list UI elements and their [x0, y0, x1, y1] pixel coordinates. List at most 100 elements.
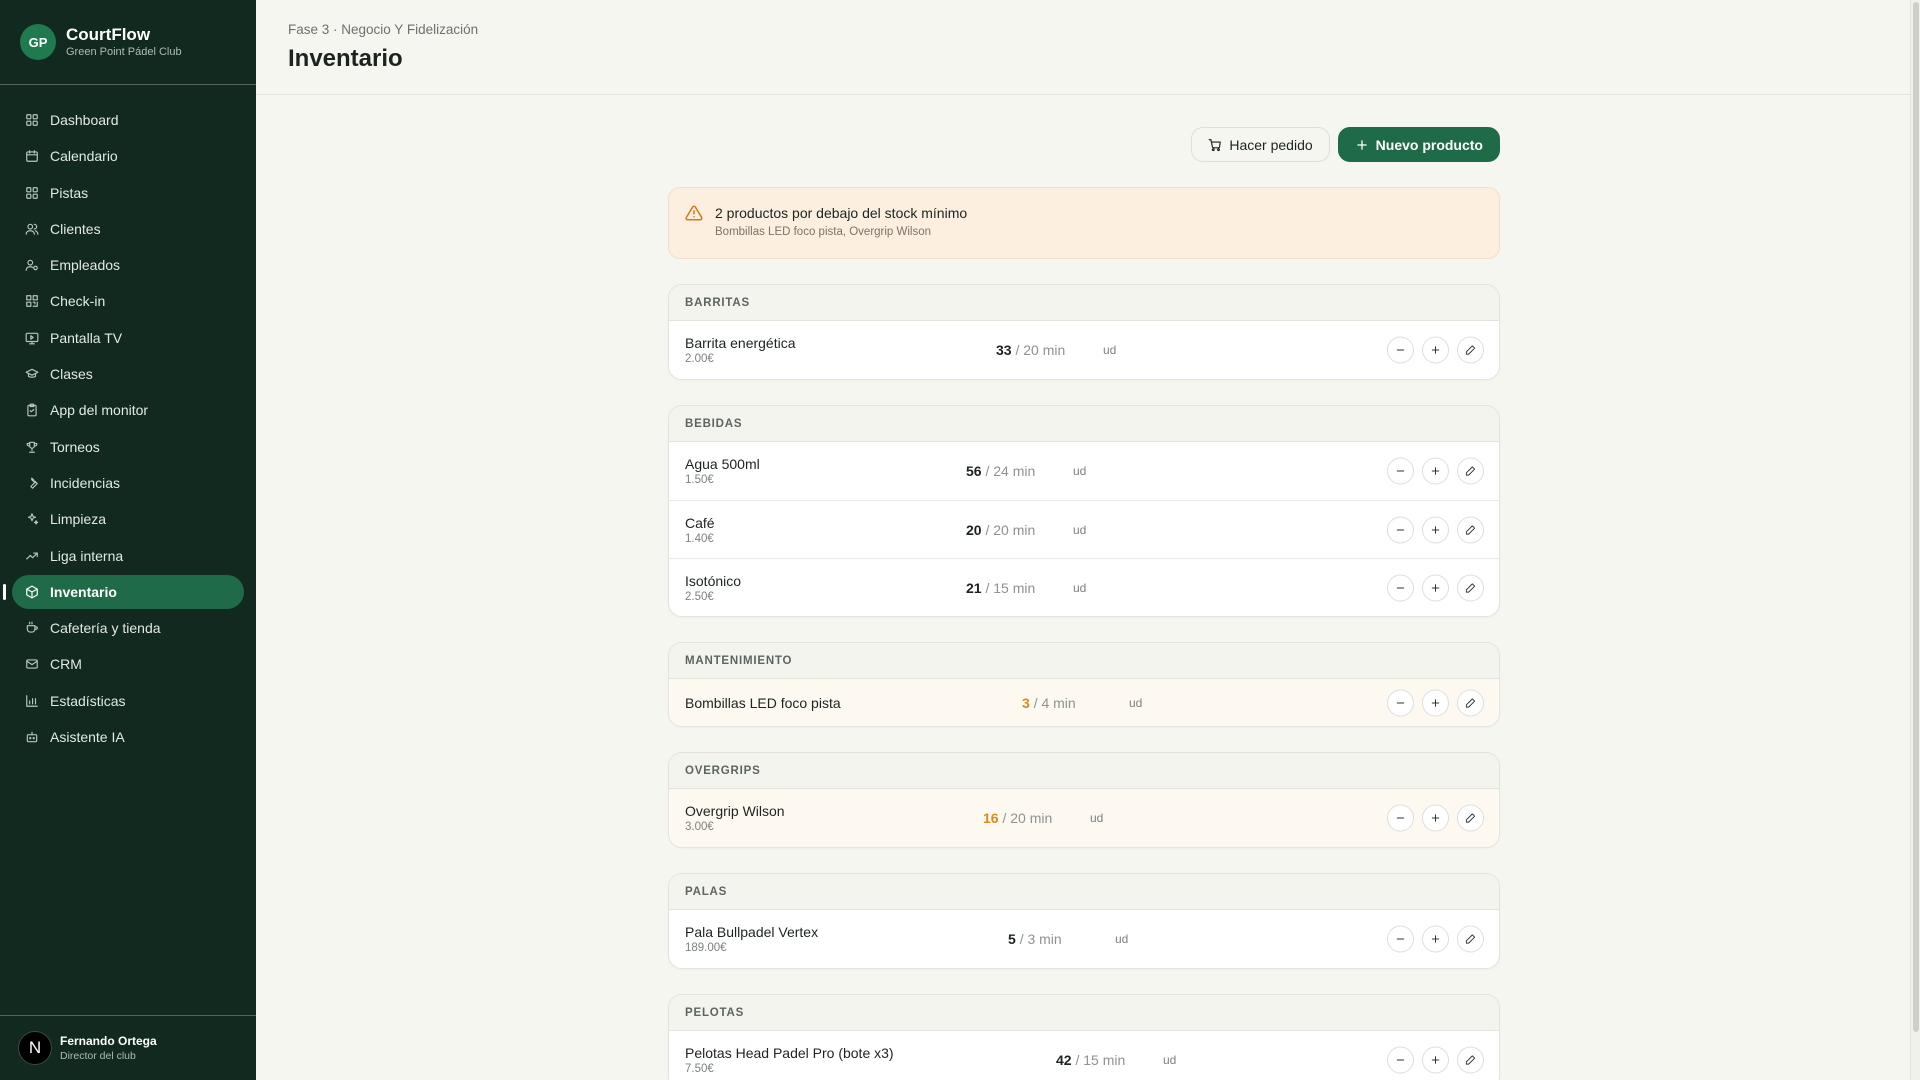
stock-current: 3	[1022, 694, 1030, 711]
product-price: 189.00€	[685, 942, 727, 954]
stock-controls	[1387, 925, 1484, 953]
sidebar-item-calendario[interactable]: Calendario	[12, 139, 244, 173]
increase-stock-button[interactable]	[1422, 336, 1449, 364]
decrease-stock-button[interactable]	[1387, 1046, 1414, 1074]
edit-product-button[interactable]	[1457, 1046, 1484, 1074]
user-cog-icon	[25, 258, 39, 272]
box-icon	[25, 585, 39, 599]
category-palas: PALAS Pala Bullpadel Vertex 189.00€ 5 / 3 m…	[668, 873, 1500, 969]
cart-icon	[1208, 138, 1222, 152]
sidebar-item-label: Torneos	[50, 438, 100, 455]
sidebar-item-app-del-monitor[interactable]: App del monitor	[12, 393, 244, 427]
minus-icon	[1395, 466, 1406, 477]
pencil-icon	[1465, 582, 1476, 593]
increase-stock-button[interactable]	[1422, 689, 1449, 716]
stock-level: 3 / 4 min	[1022, 695, 1076, 711]
sidebar-item-incidencias[interactable]: Incidencias	[12, 466, 244, 500]
increase-stock-button[interactable]	[1422, 804, 1449, 832]
decrease-stock-button[interactable]	[1387, 574, 1414, 601]
grid-icon	[25, 113, 39, 127]
pencil-icon	[1465, 345, 1476, 356]
edit-product-button[interactable]	[1457, 336, 1484, 364]
sidebar-item-inventario[interactable]: Inventario	[3, 574, 244, 609]
sidebar-item-clases[interactable]: Clases	[12, 357, 244, 391]
increase-stock-button[interactable]	[1422, 457, 1449, 485]
sidebar-item-pantalla-tv[interactable]: Pantalla TV	[12, 321, 244, 355]
sidebar-item-pistas[interactable]: Pistas	[12, 176, 244, 210]
stock-controls	[1387, 574, 1484, 601]
user-profile[interactable]: N Fernando Ortega Director del club	[0, 1015, 256, 1080]
stock-minimum: / 20 min	[1015, 342, 1066, 358]
decrease-stock-button[interactable]	[1387, 457, 1414, 485]
category-mantenimiento: MANTENIMIENTO Bombillas LED foco pista 3 /…	[668, 642, 1500, 727]
plus-icon	[1430, 466, 1441, 477]
stock-current: 16	[983, 810, 999, 826]
pencil-icon	[1465, 524, 1476, 535]
plus-icon	[1430, 1055, 1441, 1066]
increase-stock-button[interactable]	[1422, 574, 1449, 601]
product-price: 2.50€	[685, 590, 714, 603]
stock-level: 5 / 3 min	[1008, 931, 1062, 947]
sidebar-item-label: Limpieza	[50, 511, 107, 528]
decrease-stock-button[interactable]	[1387, 804, 1414, 832]
product-name: Pelotas Head Padel Pro (bote x3)	[685, 1045, 894, 1061]
edit-product-button[interactable]	[1457, 689, 1484, 716]
decrease-stock-button[interactable]	[1387, 336, 1414, 364]
sidebar-item-dashboard[interactable]: Dashboard	[12, 103, 244, 137]
sidebar-item-estadísticas[interactable]: Estadísticas	[12, 684, 244, 718]
increase-stock-button[interactable]	[1422, 516, 1449, 543]
sidebar-item-check-in[interactable]: Check-in	[12, 284, 244, 318]
stock-minimum: / 15 min	[1075, 1052, 1126, 1068]
increase-stock-button[interactable]	[1422, 925, 1449, 953]
club-name: Green Point Pádel Club	[66, 46, 182, 58]
sidebar-item-crm[interactable]: CRM	[12, 647, 244, 681]
sidebar-item-label: Clases	[50, 366, 93, 383]
decrease-stock-button[interactable]	[1387, 925, 1414, 953]
stock-controls	[1387, 804, 1484, 832]
product-row: Overgrip Wilson 3.00€ 16 / 20 min ud	[669, 789, 1499, 847]
stock-minimum: / 3 min	[1019, 931, 1062, 947]
low-stock-alert: 2 productos por debajo del stock mínimo …	[668, 187, 1500, 259]
minus-icon	[1395, 582, 1406, 593]
coffee-icon	[25, 621, 39, 635]
plus-icon	[1430, 813, 1441, 824]
decrease-stock-button[interactable]	[1387, 516, 1414, 543]
stock-current: 21	[966, 579, 982, 596]
product-row: Isotónico 2.50€ 21 / 15 min ud	[669, 558, 1499, 616]
edit-product-button[interactable]	[1457, 574, 1484, 601]
new-product-button[interactable]: Nuevo producto	[1337, 127, 1500, 162]
sidebar-item-label: Dashboard	[50, 112, 119, 128]
stock-unit: ud	[1090, 811, 1104, 825]
sidebar-item-empleados[interactable]: Empleados	[12, 248, 244, 282]
stock-controls	[1387, 1046, 1484, 1074]
graduation-icon	[25, 367, 39, 381]
stock-minimum: / 24 min	[985, 463, 1036, 479]
sidebar-item-limpieza[interactable]: Limpieza	[12, 502, 244, 536]
edit-product-button[interactable]	[1457, 516, 1484, 543]
sidebar-item-cafetería-y-tienda[interactable]: Cafetería y tienda	[12, 611, 244, 645]
plus-icon	[1430, 697, 1441, 708]
order-button[interactable]: Hacer pedido	[1191, 127, 1330, 162]
user-name: Fernando Ortega	[60, 1033, 157, 1048]
scrollbar[interactable]	[1910, 0, 1920, 1080]
decrease-stock-button[interactable]	[1387, 689, 1414, 716]
sidebar-item-torneos[interactable]: Torneos	[12, 430, 244, 464]
sidebar-item-label: Estadísticas	[50, 692, 126, 709]
stock-level: 33 / 20 min	[996, 342, 1065, 358]
edit-product-button[interactable]	[1457, 804, 1484, 832]
order-button-label: Hacer pedido	[1229, 136, 1313, 153]
increase-stock-button[interactable]	[1422, 1046, 1449, 1074]
sidebar-item-asistente-ia[interactable]: Asistente IA	[12, 720, 244, 754]
edit-product-button[interactable]	[1457, 925, 1484, 953]
pencil-icon	[1465, 466, 1476, 477]
brand[interactable]: GP CourtFlow Green Point Pádel Club	[0, 0, 256, 85]
alert-title: 2 productos por debajo del stock mínimo	[715, 205, 968, 221]
category-header: BARRITAS	[669, 285, 1499, 321]
edit-product-button[interactable]	[1457, 457, 1484, 485]
stock-unit: ud	[1163, 1053, 1177, 1067]
clipboard-icon	[25, 403, 39, 417]
scrollbar-thumb[interactable]	[1913, 2, 1919, 1032]
sidebar-item-clientes[interactable]: Clientes	[12, 212, 244, 246]
sidebar-item-liga-interna[interactable]: Liga interna	[12, 539, 244, 573]
sidebar-item-label: CRM	[50, 656, 82, 673]
